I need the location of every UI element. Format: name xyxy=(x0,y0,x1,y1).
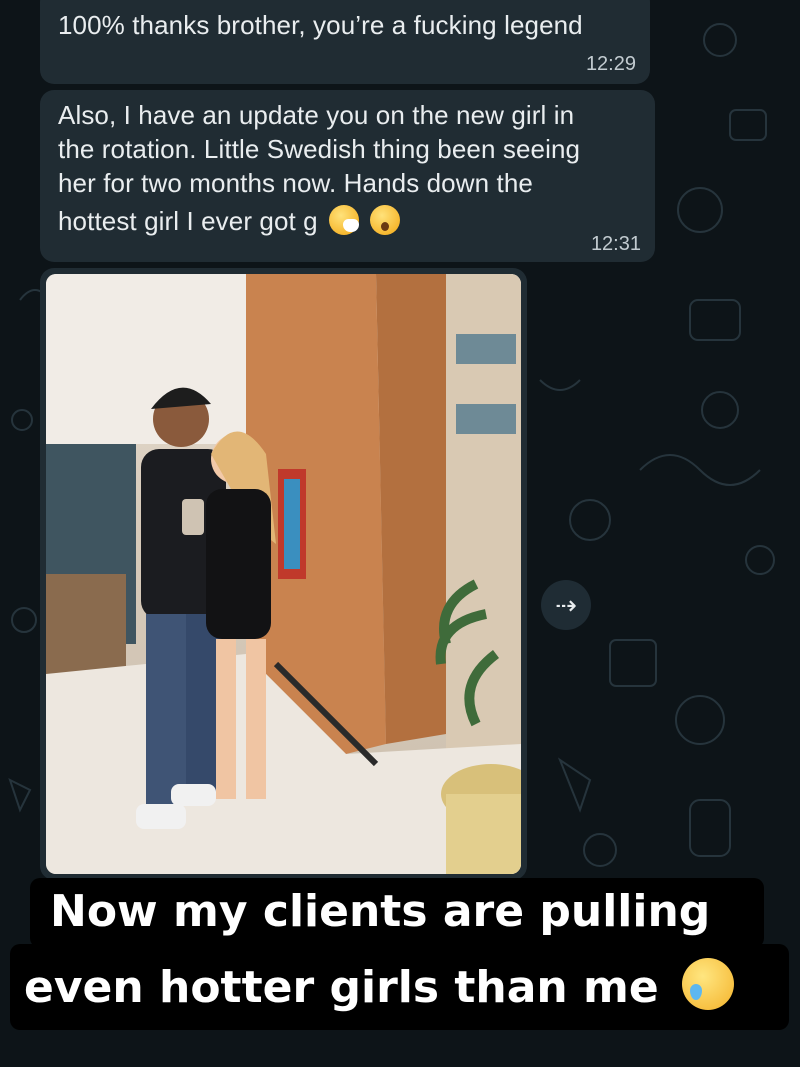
sneezing-face-emoji xyxy=(329,205,360,235)
message-text: 100% thanks brother, you’re a fucking le… xyxy=(58,10,583,40)
forward-glyph: ⇢ xyxy=(555,589,577,620)
photo-illustration xyxy=(46,274,521,874)
caption-line: Now my clients are pulling xyxy=(30,878,764,948)
caption-text: even hotter girls than me xyxy=(24,962,659,1013)
caption-text: Now my clients are pulling xyxy=(50,886,711,937)
message-line: Also, I have an update you on the new gi… xyxy=(58,100,575,130)
caption-line: even hotter girls than me xyxy=(10,944,789,1030)
message-timestamp: 12:29 xyxy=(585,53,636,75)
message-line: hottest girl I ever got g xyxy=(58,206,318,236)
shared-photo[interactable] xyxy=(46,274,521,874)
astonished-face-emoji xyxy=(370,205,401,235)
forward-icon[interactable]: ⇢ xyxy=(541,580,591,630)
message-line: her for two months now. Hands down the xyxy=(58,168,533,198)
image-message-bubble[interactable] xyxy=(40,268,527,880)
message-text: Also, I have an update you on the new gi… xyxy=(58,98,639,238)
message-bubble-incoming[interactable]: 100% thanks brother, you’re a fucking le… xyxy=(40,0,650,84)
message-timestamp: 12:31 xyxy=(590,233,641,255)
message-bubble-incoming[interactable]: Also, I have an update you on the new gi… xyxy=(40,90,655,262)
message-line: the rotation. Little Swedish thing been … xyxy=(58,134,581,164)
face-holding-back-tears-emoji xyxy=(682,958,735,1010)
message-line-last: hottest girl I ever got g xyxy=(58,204,639,238)
